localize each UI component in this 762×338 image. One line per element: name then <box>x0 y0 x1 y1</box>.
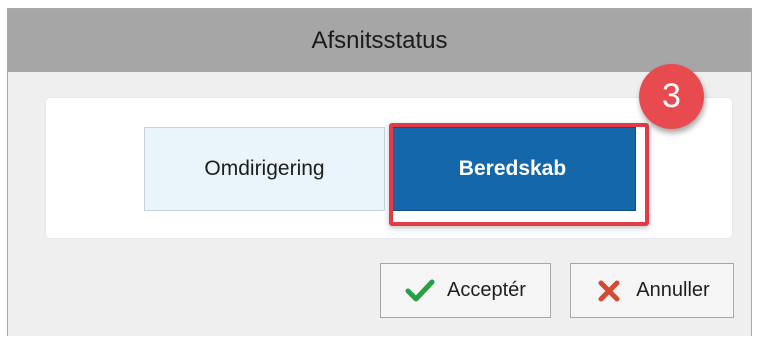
check-icon <box>405 276 435 306</box>
accept-button-label: Acceptér <box>447 279 526 301</box>
accept-button[interactable]: Acceptér <box>380 263 551 318</box>
cancel-button[interactable]: Annuller <box>570 263 734 318</box>
close-icon <box>594 276 624 306</box>
dialog-title: Afsnitsstatus <box>8 9 751 72</box>
section-status-dialog: Afsnitsstatus Omdirigering Beredskab 3 A… <box>7 8 752 336</box>
redirect-toggle-button[interactable]: Omdirigering <box>144 127 385 211</box>
cancel-button-label: Annuller <box>636 279 710 301</box>
step-highlight-frame <box>389 123 649 226</box>
step-number-badge: 3 <box>639 64 704 129</box>
